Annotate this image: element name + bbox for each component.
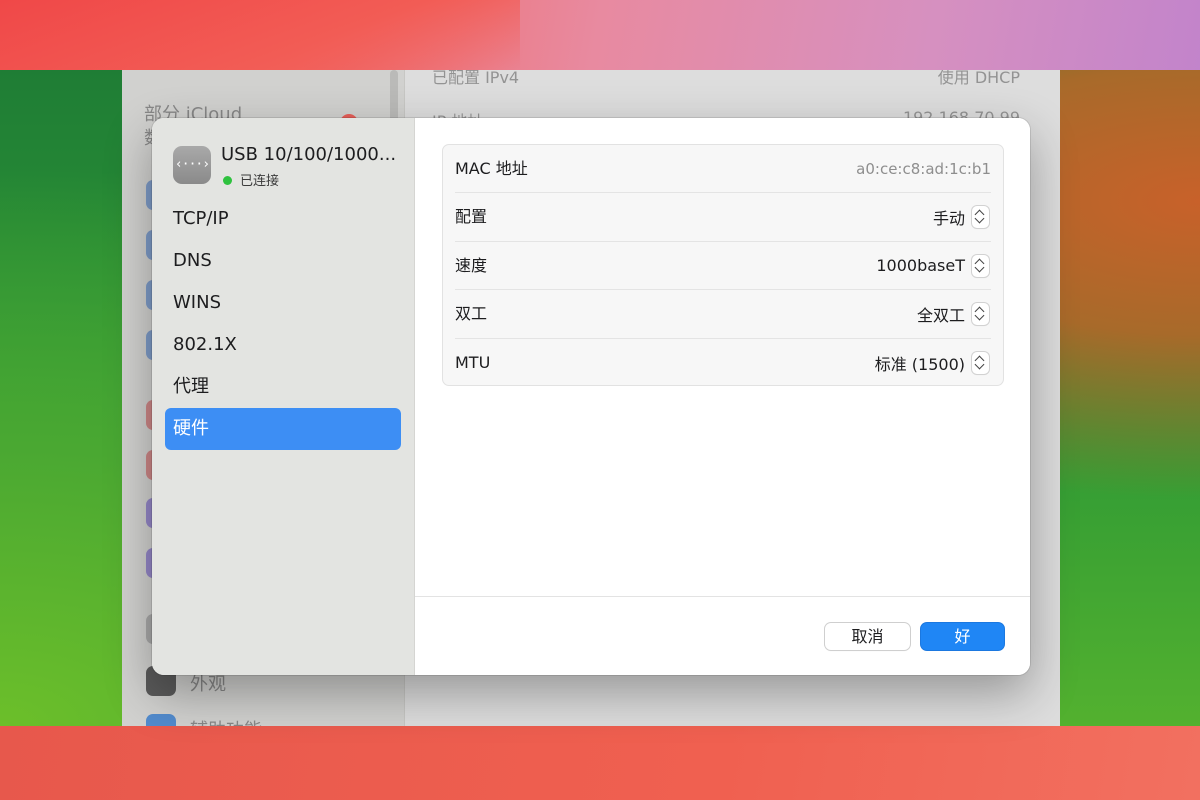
nav-item-hardware[interactable]: 硬件 xyxy=(165,408,401,450)
chevron-updown-icon xyxy=(972,206,989,229)
speed-row: 速度 1000baseT xyxy=(455,242,991,291)
network-details-sheet: ‹···› USB 10/100/1000... 已连接 TCP/IP DNS … xyxy=(152,118,1030,675)
mac-address-value: a0:ce:c8:ad:1c:b1 xyxy=(856,160,991,178)
mac-address-row: MAC 地址 a0:ce:c8:ad:1c:b1 xyxy=(455,145,991,194)
duplex-value: 全双工 xyxy=(916,306,965,326)
duplex-row: 双工 全双工 xyxy=(455,290,991,339)
mac-address-label: MAC 地址 xyxy=(455,159,528,178)
configure-popup[interactable]: 手动 xyxy=(933,205,989,229)
ok-button[interactable]: 好 xyxy=(921,623,1004,650)
mtu-popup[interactable]: 标准 (1500) xyxy=(875,351,989,375)
nav-item-proxy[interactable]: 代理 xyxy=(165,366,401,408)
chevron-updown-icon xyxy=(972,254,989,277)
wallpaper-bottom-band xyxy=(0,726,1200,800)
speed-value: 1000baseT xyxy=(876,256,965,276)
nav-item-wins[interactable]: WINS xyxy=(165,282,401,324)
speed-popup[interactable]: 1000baseT xyxy=(876,254,989,278)
nav-item-tcpip[interactable]: TCP/IP xyxy=(165,198,401,240)
nav-item-dns[interactable]: DNS xyxy=(165,240,401,282)
hardware-pane: MAC 地址 a0:ce:c8:ad:1c:b1 配置 手动 速度 1000ba… xyxy=(415,118,1030,675)
chevron-updown-icon xyxy=(972,303,989,326)
details-sidebar: ‹···› USB 10/100/1000... 已连接 TCP/IP DNS … xyxy=(152,118,415,675)
connected-dot-icon xyxy=(223,176,232,185)
chevron-updown-icon xyxy=(972,351,989,374)
configure-value: 手动 xyxy=(932,209,965,229)
mtu-row: MTU 标准 (1500) xyxy=(455,339,991,387)
mtu-label: MTU xyxy=(455,352,491,372)
configure-row: 配置 手动 xyxy=(455,193,991,242)
mtu-value: 标准 (1500) xyxy=(874,354,965,374)
device-name: USB 10/100/1000... xyxy=(221,144,397,165)
details-nav: TCP/IP DNS WINS 802.1X 代理 硬件 xyxy=(165,198,401,450)
duplex-popup[interactable]: 全双工 xyxy=(917,302,989,326)
configure-label: 配置 xyxy=(455,207,488,227)
footer-divider xyxy=(415,596,1030,597)
device-status: 已连接 xyxy=(223,170,279,189)
hardware-settings-group: MAC 地址 a0:ce:c8:ad:1c:b1 配置 手动 速度 1000ba… xyxy=(442,144,1004,386)
device-status-text: 已连接 xyxy=(240,174,280,189)
wallpaper-fold xyxy=(0,0,520,70)
cancel-button[interactable]: 取消 xyxy=(825,623,910,650)
network-adapter-icon: ‹···› xyxy=(173,146,211,184)
duplex-label: 双工 xyxy=(455,304,488,324)
device-header: ‹···› USB 10/100/1000... 已连接 xyxy=(173,144,403,189)
nav-item-8021x[interactable]: 802.1X xyxy=(165,324,401,366)
speed-label: 速度 xyxy=(455,255,488,275)
